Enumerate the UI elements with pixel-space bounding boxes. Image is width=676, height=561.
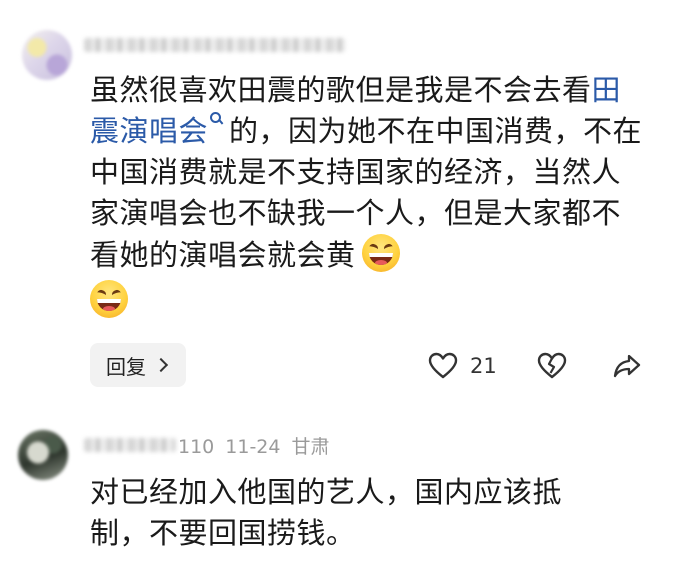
avatar[interactable] bbox=[18, 430, 68, 480]
comment-text: 对已经加入他国的艺人，国内应该抵制，不要回国捞钱。 bbox=[90, 472, 620, 554]
comment-text-part: 虽然很喜欢田震的歌但是我是不会去看 bbox=[90, 73, 592, 107]
username-blurred[interactable] bbox=[84, 38, 346, 52]
search-icon[interactable] bbox=[209, 111, 223, 131]
chevron-right-icon bbox=[153, 357, 169, 373]
comment-date: 11-24 bbox=[225, 436, 281, 458]
dislike-button[interactable] bbox=[537, 350, 567, 382]
like-button[interactable]: 21 bbox=[428, 350, 497, 382]
reply-label[interactable]: 回复 bbox=[106, 351, 146, 380]
reply-button[interactable]: 回复 bbox=[90, 343, 186, 387]
comment-text-part: 对已经加入他国的艺人，国内应该抵制，不要回国捞钱。 bbox=[90, 475, 563, 550]
comment-text: 虽然很喜欢田震的歌但是我是不会去看田震演唱会 的，因为她不在中国消费，不在中国消费… bbox=[90, 70, 650, 322]
laughing-emoji-icon bbox=[361, 234, 400, 272]
like-count: 21 bbox=[470, 354, 497, 378]
heart-icon[interactable] bbox=[428, 352, 458, 380]
broken-heart-icon[interactable] bbox=[537, 352, 567, 380]
share-button[interactable] bbox=[612, 350, 642, 382]
share-icon[interactable] bbox=[612, 352, 642, 380]
comment-meta: 110 11-24 甘肃 bbox=[178, 432, 341, 459]
username-blurred[interactable] bbox=[84, 438, 176, 452]
avatar[interactable] bbox=[22, 30, 72, 80]
username-suffix[interactable]: 110 bbox=[178, 436, 214, 458]
comment-location: 甘肃 bbox=[291, 436, 330, 458]
comment-item: 虽然很喜欢田震的歌但是我是不会去看田震演唱会 的，因为她不在中国消费，不在中国消费… bbox=[0, 0, 676, 410]
laughing-emoji-icon bbox=[90, 280, 128, 318]
